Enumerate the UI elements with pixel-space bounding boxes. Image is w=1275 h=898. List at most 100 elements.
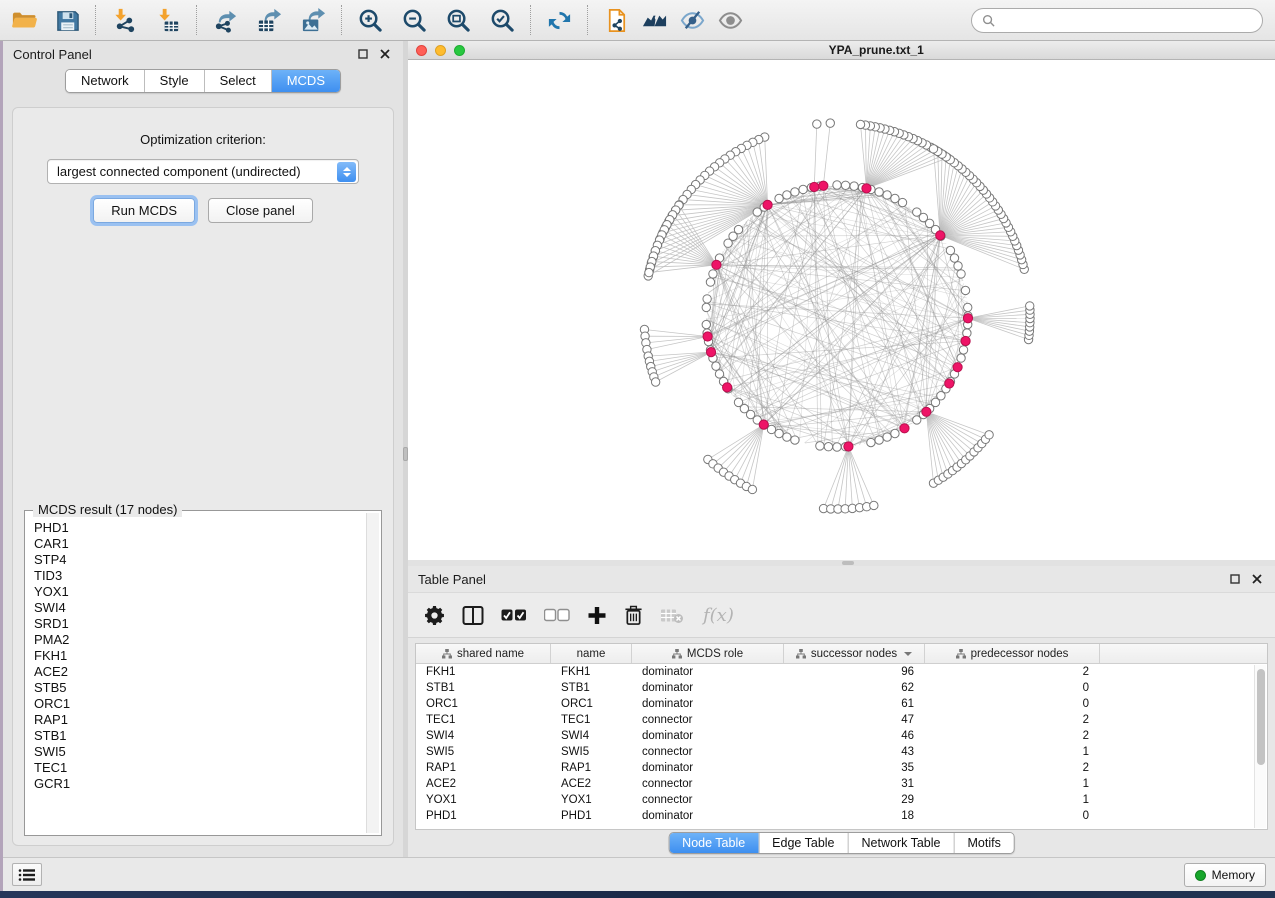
graph-hub-node[interactable] [759, 420, 768, 429]
graph-hub-node[interactable] [900, 424, 909, 433]
graph-node[interactable] [813, 120, 821, 128]
graph-node[interactable] [775, 194, 783, 202]
graph-node[interactable] [856, 120, 864, 128]
minimize-window-icon[interactable] [435, 45, 446, 56]
graph-node[interactable] [783, 191, 791, 199]
graph-node[interactable] [1026, 302, 1034, 310]
tab-mcds[interactable]: MCDS [271, 70, 340, 92]
tab-network-table[interactable]: Network Table [848, 833, 954, 853]
graph-node[interactable] [964, 303, 972, 311]
zoom-in-icon[interactable] [355, 5, 385, 35]
mcds-result-item[interactable]: TEC1 [34, 760, 365, 776]
maximize-window-icon[interactable] [454, 45, 465, 56]
graph-hub-node[interactable] [862, 184, 871, 193]
column-header-name[interactable]: name [551, 644, 632, 663]
zoom-fit-icon[interactable] [443, 5, 473, 35]
table-row[interactable]: STB1STB1dominator620 [416, 680, 1267, 696]
mcds-result-item[interactable]: ORC1 [34, 696, 365, 712]
graph-node[interactable] [883, 191, 891, 199]
graph-node[interactable] [712, 362, 720, 370]
graph-node[interactable] [891, 194, 899, 202]
graph-node[interactable] [702, 320, 710, 328]
graph-node[interactable] [985, 431, 993, 439]
graph-node[interactable] [709, 270, 717, 278]
column-header-successor-nodes[interactable]: successor nodes [784, 644, 925, 663]
mcds-result-item[interactable]: GCR1 [34, 776, 365, 792]
tab-network[interactable]: Network [66, 70, 144, 92]
tab-edge-table[interactable]: Edge Table [758, 833, 847, 853]
table-scrollbar[interactable] [1254, 665, 1266, 828]
graph-node[interactable] [883, 433, 891, 441]
graph-node[interactable] [799, 185, 807, 193]
graph-hub-node[interactable] [706, 348, 715, 357]
network-window-titlebar[interactable]: YPA_prune.txt_1 [408, 41, 1275, 60]
apply-layout-icon[interactable] [544, 5, 574, 35]
memory-button[interactable]: Memory [1184, 863, 1266, 887]
network-canvas[interactable] [408, 60, 1275, 560]
graph-hub-node[interactable] [763, 200, 772, 209]
new-network-icon[interactable] [601, 5, 631, 35]
graph-node[interactable] [833, 181, 841, 189]
graph-hub-node[interactable] [945, 379, 954, 388]
graph-hub-node[interactable] [922, 407, 931, 416]
graph-hub-node[interactable] [723, 383, 732, 392]
scrollbar-thumb[interactable] [1257, 669, 1265, 765]
float-panel-icon[interactable] [355, 46, 371, 62]
tab-select[interactable]: Select [204, 70, 271, 92]
mcds-list-scrollbar[interactable] [366, 513, 379, 833]
graph-node[interactable] [957, 354, 965, 362]
export-network-icon[interactable] [210, 5, 240, 35]
graph-node[interactable] [753, 208, 761, 216]
table-row[interactable]: TEC1TEC1connector472 [416, 712, 1267, 728]
mcds-result-item[interactable]: SRD1 [34, 616, 365, 632]
float-panel-icon[interactable] [1227, 571, 1243, 587]
table-row[interactable]: RAP1RAP1dominator352 [416, 760, 1267, 776]
tab-style[interactable]: Style [144, 70, 204, 92]
graph-node[interactable] [929, 145, 937, 153]
import-table-icon[interactable] [153, 5, 183, 35]
mcds-result-item[interactable]: STB5 [34, 680, 365, 696]
tab-motifs[interactable]: Motifs [953, 833, 1013, 853]
splitter-grip[interactable] [842, 561, 854, 565]
graph-node[interactable] [645, 268, 653, 276]
graph-node[interactable] [791, 188, 799, 196]
deselect-all-icon[interactable] [544, 603, 570, 627]
open-session-icon[interactable] [8, 5, 38, 35]
mcds-result-item[interactable]: SWI5 [34, 744, 365, 760]
mcds-result-item[interactable]: CAR1 [34, 536, 365, 552]
column-header-MCDS-role[interactable]: MCDS role [632, 644, 784, 663]
graph-node[interactable] [833, 443, 841, 451]
network-graph[interactable] [408, 60, 1275, 560]
graph-node[interactable] [913, 208, 921, 216]
run-mcds-button[interactable]: Run MCDS [93, 198, 195, 223]
zoom-out-icon[interactable] [399, 5, 429, 35]
graph-node[interactable] [870, 501, 878, 509]
close-panel-icon[interactable] [1249, 571, 1265, 587]
graph-hub-node[interactable] [953, 363, 962, 372]
first-neighbors-icon[interactable] [639, 5, 669, 35]
select-all-icon[interactable] [501, 603, 527, 627]
graph-node[interactable] [816, 442, 824, 450]
mcds-result-list[interactable]: PHD1CAR1STP4TID3YOX1SWI4SRD1PMA2FKH1ACE2… [27, 513, 365, 833]
mcds-result-item[interactable]: PMA2 [34, 632, 365, 648]
table-row[interactable]: ACE2ACE2connector311 [416, 776, 1267, 792]
graph-node[interactable] [841, 181, 849, 189]
table-row[interactable]: SWI5SWI5connector431 [416, 744, 1267, 760]
search-input[interactable] [1001, 13, 1252, 29]
table-row[interactable]: PHD1PHD1dominator180 [416, 808, 1267, 824]
mcds-result-item[interactable]: PHD1 [34, 520, 365, 536]
mcds-result-item[interactable]: ACE2 [34, 664, 365, 680]
graph-node[interactable] [775, 429, 783, 437]
graph-node[interactable] [651, 378, 659, 386]
graph-node[interactable] [826, 119, 834, 127]
close-window-icon[interactable] [416, 45, 427, 56]
table-row[interactable]: FKH1FKH1dominator962 [416, 664, 1267, 680]
table-row[interactable]: ORC1ORC1dominator610 [416, 696, 1267, 712]
add-column-icon[interactable] [587, 603, 607, 627]
graph-hub-node[interactable] [936, 231, 945, 240]
graph-node[interactable] [706, 278, 714, 286]
graph-node[interactable] [891, 429, 899, 437]
column-header-predecessor-nodes[interactable]: predecessor nodes [925, 644, 1100, 663]
delete-column-icon[interactable] [624, 603, 643, 627]
show-all-icon[interactable] [715, 5, 745, 35]
